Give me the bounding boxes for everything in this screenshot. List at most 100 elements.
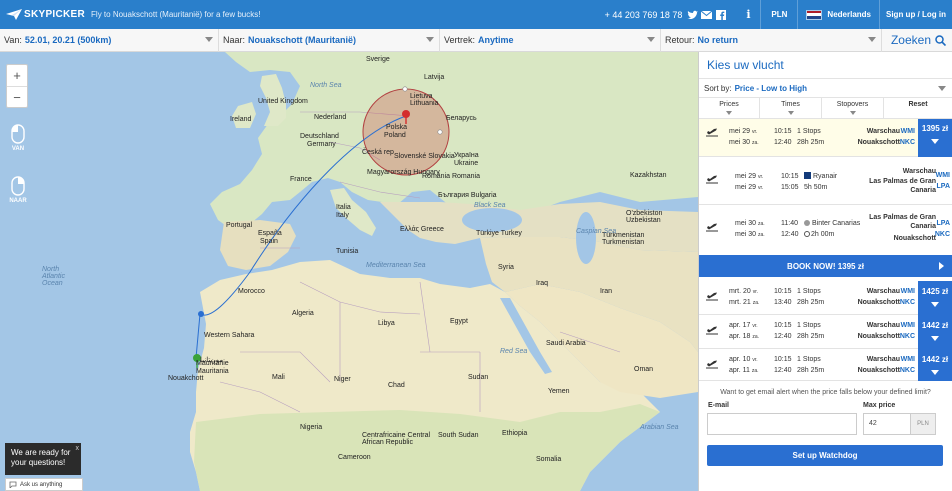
arrive-time: 12:40 [774, 367, 792, 374]
chat-popup[interactable]: x We are ready for your questions! [5, 443, 81, 475]
leg-depart-time: 10:15 [781, 173, 799, 180]
logo[interactable]: SKYPICKER [6, 9, 85, 20]
result-item[interactable]: apr. 17 vr. 10:15 1 Stops Warschau WMI a… [699, 315, 952, 349]
facebook-icon[interactable] [715, 9, 726, 20]
phone-number[interactable]: + 44 203 769 18 78 [605, 10, 683, 20]
map-label: Türkiye Turkey [476, 230, 522, 237]
currency-selector[interactable]: PLN [760, 0, 797, 29]
zoom-out-button[interactable]: − [7, 86, 27, 107]
map-label: Iran [600, 288, 613, 295]
leg-depart-time: 11:40 [781, 220, 798, 227]
map-label: Somalia [536, 456, 562, 463]
depart-time: 10:15 [774, 288, 792, 295]
chevron-down-icon [931, 139, 939, 144]
map-label: Poland [384, 132, 406, 139]
info-icon[interactable]: i [736, 8, 760, 21]
to-click-control[interactable]: NAAR [7, 176, 29, 204]
price-alert-form: E-mail Max price 42 PLN [699, 402, 952, 440]
map-label: Deutschland [300, 133, 339, 140]
price-button[interactable]: 1442 zł [918, 315, 952, 349]
reset-button[interactable]: Reset [884, 98, 952, 118]
sort-value: Price - Low to High [734, 83, 808, 93]
result-item[interactable]: apr. 10 vr. 10:15 1 Stops Warschau WMI a… [699, 349, 952, 381]
ask-us-bar[interactable]: Ask us anything [5, 478, 83, 491]
price-button[interactable]: 1395 zł [918, 119, 952, 157]
map-label: Italy [336, 212, 349, 219]
map-label: Ελλάς Greece [400, 226, 444, 233]
chat-bubble-icon [9, 481, 17, 488]
ask-us-text: Ask us anything [20, 481, 63, 488]
arrive-time: 12:40 [774, 139, 792, 146]
leg-destination-city: Las Palmas de Gran Canaria [869, 178, 936, 194]
origin-city: Warschau [866, 322, 900, 329]
map-label: Italia [336, 204, 351, 211]
app-window: SKYPICKER Fly to Nouakschott (Mauritanië… [0, 0, 952, 491]
from-click-control[interactable]: VAN [7, 124, 29, 152]
map-label: Nederland [314, 114, 347, 121]
origin-code: WMI [900, 288, 915, 295]
currency-unit: PLN [910, 413, 936, 435]
black-sea [462, 208, 522, 232]
from-field[interactable]: Van: 52.01, 20.21 (500km) [0, 28, 219, 52]
signin-link[interactable]: Sign up / Log in [879, 0, 952, 29]
map-label: Oman [634, 366, 654, 373]
map-label: Беларусь [446, 115, 477, 122]
map-label: Libya [378, 320, 395, 327]
depart-date: apr. 17 vr. [729, 322, 758, 329]
map-label: Cameroon [338, 454, 371, 461]
map[interactable]: Latvija Lietuva Lithuania Беларусь Polsk… [0, 52, 698, 491]
result-item-selected[interactable]: mei 29 vr. 10:15 1 Stops Warschau WMI me… [699, 119, 952, 157]
to-field[interactable]: Naar: Nouakschott (Mauritanië) [219, 28, 440, 52]
from-value: 52.01, 20.21 (500km) [24, 35, 112, 45]
map-label: Україна [454, 152, 479, 159]
map-label: Polska [386, 124, 408, 131]
binter-logo-icon [804, 220, 810, 226]
map-label: Egypt [450, 318, 468, 325]
depart-field[interactable]: Vertrek: Anytime [440, 28, 661, 52]
language-selector[interactable]: Nederlands [797, 0, 879, 29]
sort-dropdown[interactable]: Sort by: Price - Low to High [699, 79, 952, 97]
map-label: Yemen [548, 388, 570, 395]
stopover-marker[interactable] [198, 311, 204, 317]
map-label: Germany [307, 141, 336, 148]
close-icon[interactable]: x [76, 444, 80, 454]
max-price-field[interactable]: 42 [863, 413, 911, 435]
price-button[interactable]: 1442 zł [918, 349, 952, 381]
leg-arrive-time: 12:40 [781, 231, 799, 238]
search-button[interactable]: Zoeken [882, 29, 952, 52]
mail-icon[interactable] [701, 9, 713, 20]
zoom-in-button[interactable]: + [7, 65, 27, 86]
sort-label: Sort by: [704, 83, 732, 93]
book-now-label: BOOK NOW! 1395 zł [787, 261, 864, 271]
column-label: Times [781, 101, 800, 108]
result-item[interactable]: mrt. 20 vr. 10:15 1 Stops Warschau WMI m… [699, 281, 952, 315]
map-canvas[interactable] [0, 52, 698, 491]
destination-code: NKC [899, 299, 915, 306]
chevron-down-icon [938, 86, 946, 91]
map-label: Sverige [366, 56, 390, 63]
to-control-label: NAAR [9, 198, 27, 204]
depart-date: apr. 10 vr. [729, 356, 758, 363]
search-bar: Van: 52.01, 20.21 (500km) Naar: Nouaksch… [0, 28, 952, 52]
arrive-date: apr. 18 za. [729, 333, 760, 340]
return-field[interactable]: Retour: No return [661, 28, 882, 52]
mouse-right-icon [11, 176, 25, 196]
leg-depart-date: mei 30 za. [735, 220, 765, 227]
set-up-watchdog-button[interactable]: Set up Watchdog [707, 445, 943, 466]
map-label: Mali [272, 374, 285, 381]
twitter-icon[interactable] [687, 9, 699, 20]
column-stopovers[interactable]: Stopovers [822, 98, 884, 118]
leg-arrive-date: mei 30 za. [735, 231, 765, 238]
book-now-button[interactable]: BOOK NOW! 1395 zł [699, 255, 952, 277]
netherlands-flag-icon [806, 9, 823, 20]
email-field[interactable] [707, 413, 857, 435]
origin-code: WMI [900, 356, 915, 363]
map-label: Mediterranean Sea [366, 262, 426, 269]
map-label: Iraq [536, 280, 549, 287]
to-value: Nouakschott (Mauritanië) [248, 35, 357, 45]
column-prices[interactable]: Prices [699, 98, 760, 118]
duration: 28h 25m [797, 367, 825, 374]
column-times[interactable]: Times [760, 98, 822, 118]
price-button[interactable]: 1425 zł [918, 281, 952, 315]
depart-label: Vertrek: [444, 35, 476, 45]
